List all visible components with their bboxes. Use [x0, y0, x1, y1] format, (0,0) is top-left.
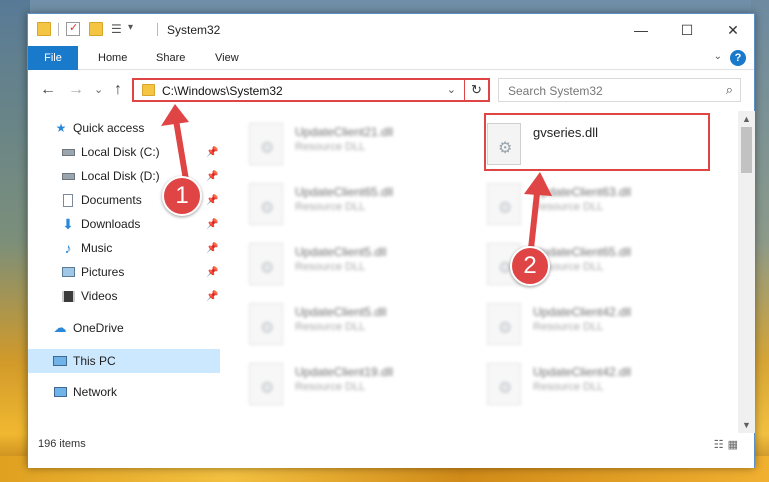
step-badge-1: 1: [162, 176, 202, 216]
step-badge-2: 2: [510, 246, 550, 286]
annotation-overlay: [161, 104, 552, 261]
